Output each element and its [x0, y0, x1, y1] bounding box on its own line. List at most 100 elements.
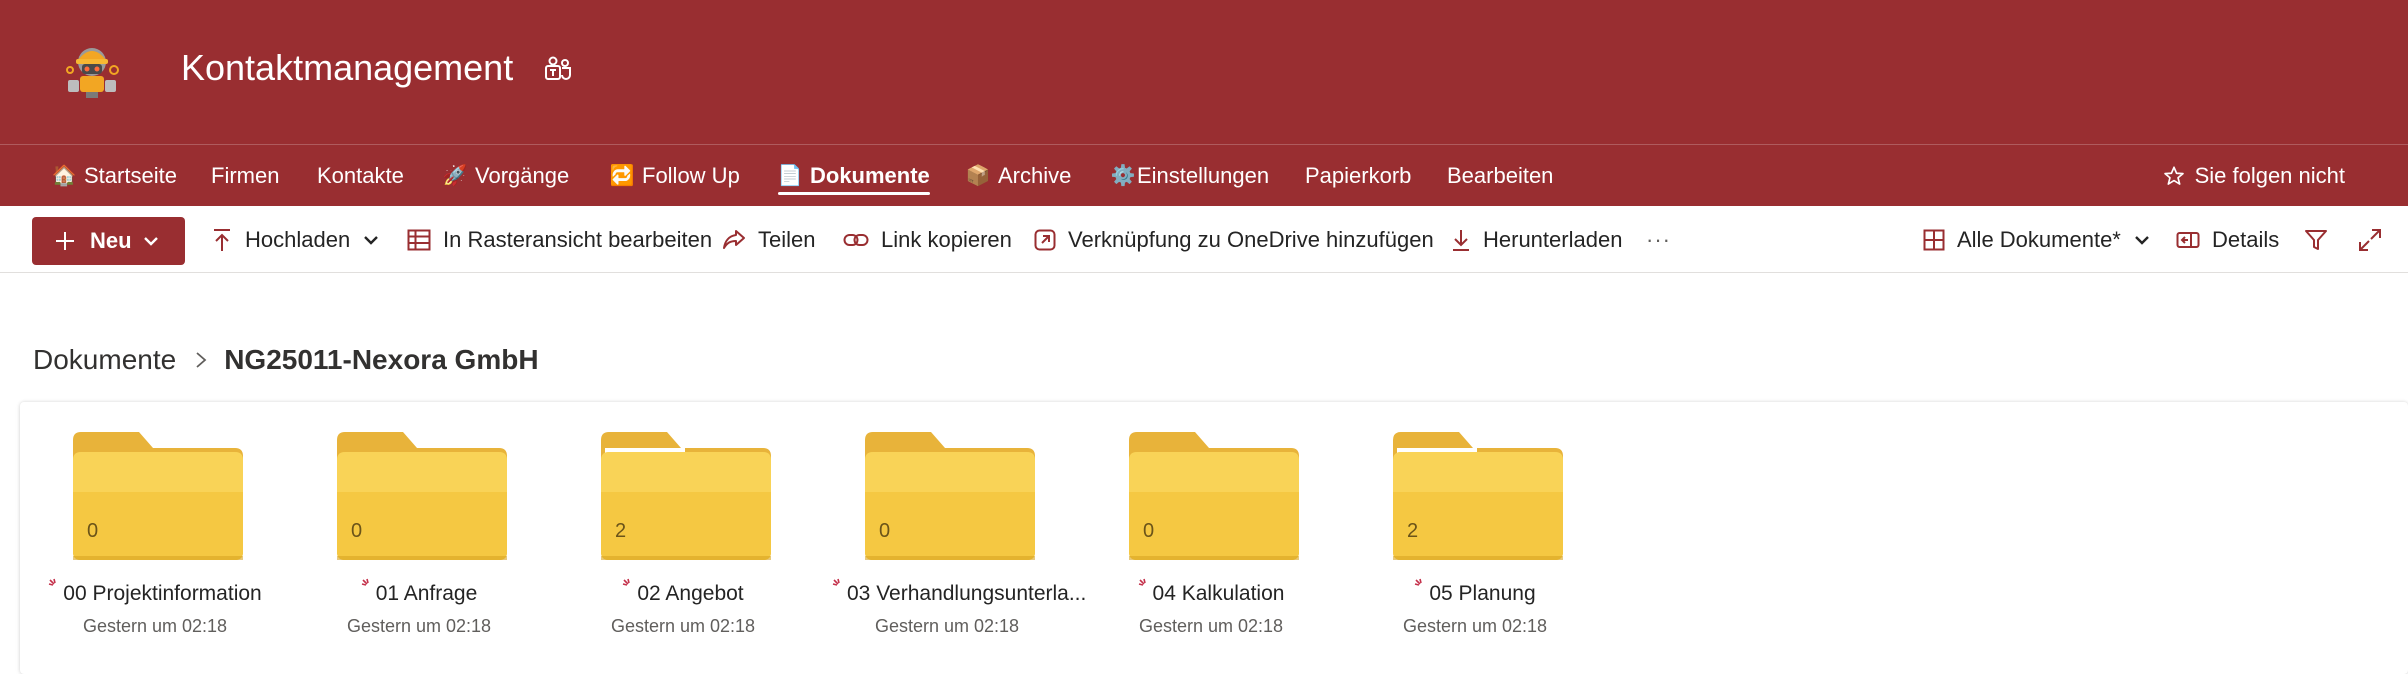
gear-icon: ⚙️ — [1110, 165, 1136, 187]
new-item-icon — [49, 578, 57, 586]
grid-edit-button[interactable]: In Rasteransicht bearbeiten — [407, 206, 712, 273]
filter-icon — [2305, 229, 2327, 250]
new-button-label: Neu — [90, 228, 132, 253]
folder-tile[interactable]: 0 01 Anfrage Gestern um 02:18 — [304, 432, 518, 662]
chevron-right-icon — [194, 350, 208, 370]
onedrive-shortcut-label: Verknüpfung zu OneDrive hinzufügen — [1068, 226, 1434, 252]
folder-name-label: 00 Projektinformation — [63, 582, 262, 605]
folder-icon — [1393, 432, 1563, 560]
download-icon — [1453, 229, 1469, 251]
folder-tile[interactable]: 0 00 Projektinformation Gestern um 02:18 — [40, 432, 262, 662]
share-button[interactable]: Teilen — [722, 206, 815, 273]
new-item-icon — [361, 578, 369, 586]
table-icon — [407, 229, 431, 250]
nav-item-vorgaenge[interactable]: 🚀 Vorgänge — [442, 145, 570, 206]
breadcrumb: Dokumente NG25011-Nexora GmbH — [33, 340, 539, 380]
package-icon: 📦 — [965, 165, 991, 187]
more-button[interactable]: ··· — [1646, 206, 1671, 273]
folder-name[interactable]: 01 Anfrage — [304, 578, 534, 606]
onedrive-shortcut-button[interactable]: Verknüpfung zu OneDrive hinzufügen — [1034, 206, 1434, 273]
nav-item-einstellungen[interactable]: ⚙️ Einstellungen — [1110, 145, 1270, 206]
folder-modified: Gestern um 02:18 — [874, 616, 1020, 636]
copy-link-label: Link kopieren — [881, 226, 1012, 252]
share-icon — [723, 229, 745, 249]
breadcrumb-current: NG25011-Nexora GmbH — [224, 344, 539, 375]
folder-tile[interactable]: 2 05 Planung Gestern um 02:18 — [1360, 432, 1574, 662]
nav-item-label: Bearbeiten — [1447, 162, 1554, 188]
folder-name[interactable]: 00 Projektinformation — [40, 578, 270, 606]
folder-name-label: 01 Anfrage — [375, 582, 478, 605]
upload-button[interactable]: Hochladen — [211, 206, 380, 273]
new-item-icon — [832, 578, 840, 586]
folder-name-label: 05 Planung — [1429, 582, 1536, 605]
robot-logo-icon[interactable] — [60, 40, 124, 100]
copy-link-button[interactable]: Link kopieren — [843, 206, 1012, 273]
folder-item-count: 2 — [1407, 520, 1419, 542]
folder-tile[interactable]: 2 02 Angebot Gestern um 02:18 — [568, 432, 782, 662]
nav-item-kontakte[interactable]: Kontakte — [317, 145, 404, 206]
follow-button[interactable]: Sie folgen nicht — [2163, 145, 2345, 206]
folder-name-label: 04 Kalkulation — [1152, 582, 1285, 605]
folder-item-count: 0 — [1143, 520, 1155, 542]
view-grid-icon — [1923, 229, 1945, 250]
details-button[interactable]: Details — [2176, 206, 2279, 273]
folder-item-count: 0 — [87, 520, 99, 542]
folder-tile[interactable]: 0 03 Verhandlungsunterla... Gestern um 02:… — [832, 432, 1086, 662]
repeat-icon: 🔁 — [609, 165, 635, 187]
details-pane-icon — [2176, 231, 2200, 248]
folder-modified: Gestern um 02:18 — [1138, 616, 1284, 636]
teams-icon[interactable] — [543, 55, 573, 83]
folder-modified: Gestern um 02:18 — [1402, 616, 1548, 636]
folder-icon — [601, 432, 771, 560]
nav-item-startseite[interactable]: 🏠 Startseite — [52, 145, 177, 206]
upload-label: Hochladen — [245, 226, 351, 252]
new-item-icon — [623, 578, 631, 586]
folder-name[interactable]: 04 Kalkulation — [1096, 578, 1326, 606]
more-label: ··· — [1646, 226, 1671, 252]
folder-icon — [865, 432, 1035, 560]
nav-item-archive[interactable]: 📦 Archive — [965, 145, 1072, 206]
folder-tile[interactable]: 0 04 Kalkulation Gestern um 02:18 — [1096, 432, 1310, 662]
site-title[interactable]: Kontaktmanagement — [181, 44, 513, 92]
nav-item-label: Startseite — [84, 162, 177, 188]
command-bar: Neu Hochladen In Rasteransicht bearbeite… — [0, 206, 2408, 273]
house-icon: 🏠 — [51, 165, 77, 187]
view-switcher[interactable]: Alle Dokumente* — [1923, 206, 2151, 273]
folder-name-label: 02 Angebot — [637, 582, 744, 605]
nav-item-label: Einstellungen — [1137, 162, 1270, 188]
new-button[interactable]: Neu — [32, 217, 185, 265]
rocket-icon: 🚀 — [442, 165, 468, 187]
plus-icon — [56, 232, 74, 250]
folder-name[interactable]: 05 Planung — [1360, 578, 1590, 606]
share-label: Teilen — [758, 226, 816, 252]
folder-name-label: 03 Verhandlungsunterla... — [847, 582, 1087, 605]
star-icon — [2163, 165, 2184, 185]
download-label: Herunterladen — [1483, 226, 1623, 252]
view-label: Alle Dokumente* — [1957, 226, 2121, 252]
nav-item-label: Kontakte — [317, 162, 404, 188]
details-label: Details — [2212, 226, 2280, 252]
folder-item-count: 0 — [879, 520, 891, 542]
nav-item-papierkorb[interactable]: Papierkorb — [1305, 145, 1411, 206]
fullscreen-button[interactable] — [2358, 206, 2394, 273]
folder-grid: 0 00 Projektinformation Gestern um 02:18 0 0… — [20, 402, 2408, 674]
folder-name[interactable]: 02 Angebot — [568, 578, 798, 606]
expand-icon — [2359, 228, 2381, 251]
grid-edit-label: In Rasteransicht bearbeiten — [443, 226, 713, 252]
nav-item-firmen[interactable]: Firmen — [211, 145, 279, 206]
folder-name[interactable]: 03 Verhandlungsunterla... — [832, 578, 1086, 606]
filter-button[interactable] — [2304, 206, 2340, 273]
link-icon — [843, 233, 869, 246]
chevron-down-icon — [364, 235, 379, 245]
chevron-down-icon — [143, 237, 158, 246]
nav-item-dokumente[interactable]: 📄 Dokumente — [778, 145, 930, 206]
nav-item-follow-up[interactable]: 🔁 Follow Up — [610, 145, 740, 206]
folder-icon — [337, 432, 507, 560]
nav-item-label: Papierkorb — [1305, 162, 1412, 188]
folder-icon — [73, 432, 243, 560]
breadcrumb-root[interactable]: Dokumente — [33, 344, 176, 376]
nav-item-bearbeiten[interactable]: Bearbeiten — [1447, 145, 1553, 206]
follow-label: Sie folgen nicht — [2194, 162, 2345, 188]
folder-modified: Gestern um 02:18 — [82, 616, 228, 636]
download-button[interactable]: Herunterladen — [1451, 206, 1622, 273]
